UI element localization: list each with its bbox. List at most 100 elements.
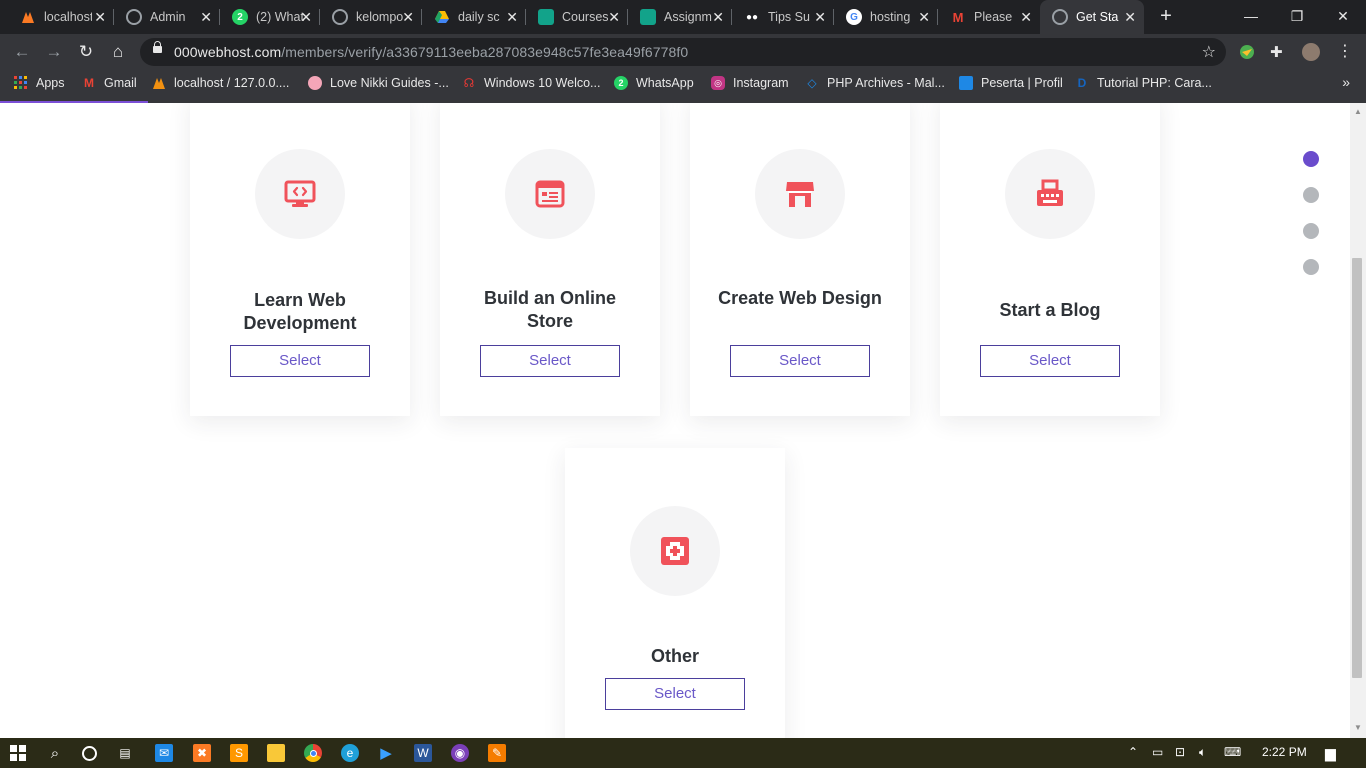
notification-icon[interactable]: ▆ xyxy=(1325,745,1336,762)
tab-assignment[interactable]: Assignment ✕ xyxy=(628,0,732,34)
bookmark-apps[interactable]: Apps xyxy=(14,76,65,90)
google-drive-icon xyxy=(434,9,450,25)
chrome-icon[interactable] xyxy=(304,744,322,762)
xampp-icon[interactable]: ✖ xyxy=(193,744,211,762)
select-button[interactable]: Select xyxy=(480,345,620,377)
forward-button[interactable]: → xyxy=(42,41,66,63)
scroll-up-icon[interactable]: ▲ xyxy=(1354,107,1362,116)
tab-get-started[interactable]: Get Sta ✕ xyxy=(1040,0,1144,34)
close-icon[interactable]: ✕ xyxy=(506,9,518,25)
back-button[interactable]: ← xyxy=(10,41,34,63)
clock[interactable]: 2:22 PM xyxy=(1262,745,1307,759)
close-icon[interactable]: ✕ xyxy=(918,9,930,25)
card-title: Start a Blog xyxy=(999,300,1101,320)
close-icon[interactable]: ✕ xyxy=(200,9,212,25)
close-icon[interactable]: ✕ xyxy=(1020,9,1032,25)
sublime-text-icon[interactable]: S xyxy=(230,744,248,762)
option-card-other[interactable]: Other Select xyxy=(565,448,785,738)
close-icon[interactable]: ✕ xyxy=(300,9,312,25)
tab-admin[interactable]: Admin ✕ xyxy=(114,0,220,34)
bookmark-gmail[interactable]: M Gmail xyxy=(82,76,137,90)
scrollbar-thumb[interactable] xyxy=(1352,258,1362,678)
tab-courses[interactable]: Courses ✕ xyxy=(526,0,628,34)
window-close-button[interactable]: ✕ xyxy=(1320,0,1366,32)
scrollbar[interactable]: ▲ ▼ xyxy=(1350,103,1366,738)
classroom-icon xyxy=(538,9,554,25)
cortana-icon[interactable] xyxy=(80,744,98,762)
avatar[interactable] xyxy=(1302,43,1320,61)
option-card-build-online-store[interactable]: Build an Online Store Select xyxy=(440,103,660,416)
step-dot[interactable] xyxy=(1303,259,1319,275)
option-card-learn-web-development[interactable]: Learn Web Development Select xyxy=(190,103,410,416)
close-icon[interactable]: ✕ xyxy=(1124,9,1136,25)
select-button[interactable]: Select xyxy=(230,345,370,377)
extension-icon[interactable] xyxy=(1238,43,1256,61)
task-view-icon[interactable]: ▤ xyxy=(116,744,134,762)
select-button[interactable]: Select xyxy=(605,678,745,710)
keyboard-icon[interactable]: ⌨ xyxy=(1224,745,1241,759)
address-bar[interactable]: 000webhost.com/members/verify/a33679113e… xyxy=(140,38,1226,66)
volume-icon[interactable]: 🔈︎ xyxy=(1199,745,1206,760)
minimize-button[interactable]: — xyxy=(1228,0,1274,32)
tab-strip: localhost ✕ Admin ✕ 2 (2) WhatsApp ✕ kel… xyxy=(0,0,1366,34)
option-card-create-web-design[interactable]: Create Web Design Select xyxy=(690,103,910,416)
bookmark-instagram[interactable]: ◎ Instagram xyxy=(711,76,789,90)
option-card-start-a-blog[interactable]: Start a Blog Select xyxy=(940,103,1160,416)
select-button[interactable]: Select xyxy=(980,345,1120,377)
chevron-up-icon[interactable]: ⌃ xyxy=(1128,745,1138,759)
step-dot[interactable] xyxy=(1303,187,1319,203)
lock-icon xyxy=(153,41,162,53)
close-icon[interactable]: ✕ xyxy=(814,9,826,25)
bookmark-peserta[interactable]: Peserta | Profil xyxy=(959,76,1063,90)
network-icon[interactable]: ⊡ xyxy=(1175,745,1185,759)
reload-button[interactable]: ↻ xyxy=(74,41,98,63)
card-title: Other xyxy=(650,646,699,666)
notes-icon[interactable]: ✎ xyxy=(488,744,506,762)
puzzle-icon[interactable]: ✚ xyxy=(1270,43,1288,61)
word-icon[interactable]: W xyxy=(414,744,432,762)
card-title: Build an Online Store xyxy=(483,288,616,331)
phpmyadmin-icon xyxy=(152,76,166,90)
bookmark-whatsapp[interactable]: 2 WhatsApp xyxy=(614,76,694,90)
file-explorer-icon[interactable] xyxy=(267,744,285,762)
windows-start-icon[interactable] xyxy=(9,744,27,762)
battery-icon[interactable]: ▭ xyxy=(1152,745,1163,759)
mail-icon[interactable]: ✉ xyxy=(155,744,173,762)
tab-whatsapp[interactable]: 2 (2) WhatsApp ✕ xyxy=(220,0,320,34)
bookmark-php-archives[interactable]: ◇ PHP Archives - Mal... xyxy=(805,76,944,90)
scroll-down-icon[interactable]: ▼ xyxy=(1354,723,1362,732)
bookmark-windows10[interactable]: ☊ Windows 10 Welco... xyxy=(462,76,601,90)
icon-circle xyxy=(1005,149,1095,239)
close-icon[interactable]: ✕ xyxy=(94,9,106,25)
tab-hosting[interactable]: G hosting ✕ xyxy=(834,0,938,34)
tab-kelompok[interactable]: kelompok ✕ xyxy=(320,0,422,34)
new-tab-button[interactable]: + xyxy=(1156,6,1176,26)
step-dot[interactable] xyxy=(1303,223,1319,239)
search-icon[interactable]: ⌕ xyxy=(46,744,64,762)
icon-circle xyxy=(505,149,595,239)
bookmark-localhost[interactable]: localhost / 127.0.0.... xyxy=(152,76,289,90)
menu-icon[interactable]: ⋮ xyxy=(1336,43,1354,61)
tab-please[interactable]: M Please ✕ xyxy=(938,0,1040,34)
close-icon[interactable]: ✕ xyxy=(712,9,724,25)
select-button[interactable]: Select xyxy=(730,345,870,377)
toolbar: ← → ↻ ⌂ 000webhost.com/members/verify/a3… xyxy=(0,34,1366,70)
restore-button[interactable]: ❐ xyxy=(1274,0,1320,32)
chevron-more-icon[interactable]: » xyxy=(1342,74,1350,90)
bookmark-tutorial-php[interactable]: D Tutorial PHP: Cara... xyxy=(1075,76,1212,90)
close-icon[interactable]: ✕ xyxy=(402,9,414,25)
bookmark-love-nikki[interactable]: Love Nikki Guides -... xyxy=(308,76,449,90)
close-icon[interactable]: ✕ xyxy=(608,9,620,25)
icon-circle xyxy=(755,149,845,239)
bookmark-star-icon[interactable]: ☆ xyxy=(1202,42,1216,62)
edge-icon[interactable]: e xyxy=(341,744,359,762)
media-player-icon[interactable]: ▶ xyxy=(377,744,395,762)
home-button[interactable]: ⌂ xyxy=(106,41,130,63)
xampp-icon xyxy=(20,9,36,25)
tab-daily-sc[interactable]: daily sc ✕ xyxy=(422,0,526,34)
tab-localhost[interactable]: localhost ✕ xyxy=(8,0,114,34)
step-dot[interactable] xyxy=(1303,151,1319,167)
game-icon[interactable]: ◉ xyxy=(451,744,469,762)
tab-tips[interactable]: ●● Tips Su ✕ xyxy=(732,0,834,34)
globe-icon xyxy=(126,9,142,25)
